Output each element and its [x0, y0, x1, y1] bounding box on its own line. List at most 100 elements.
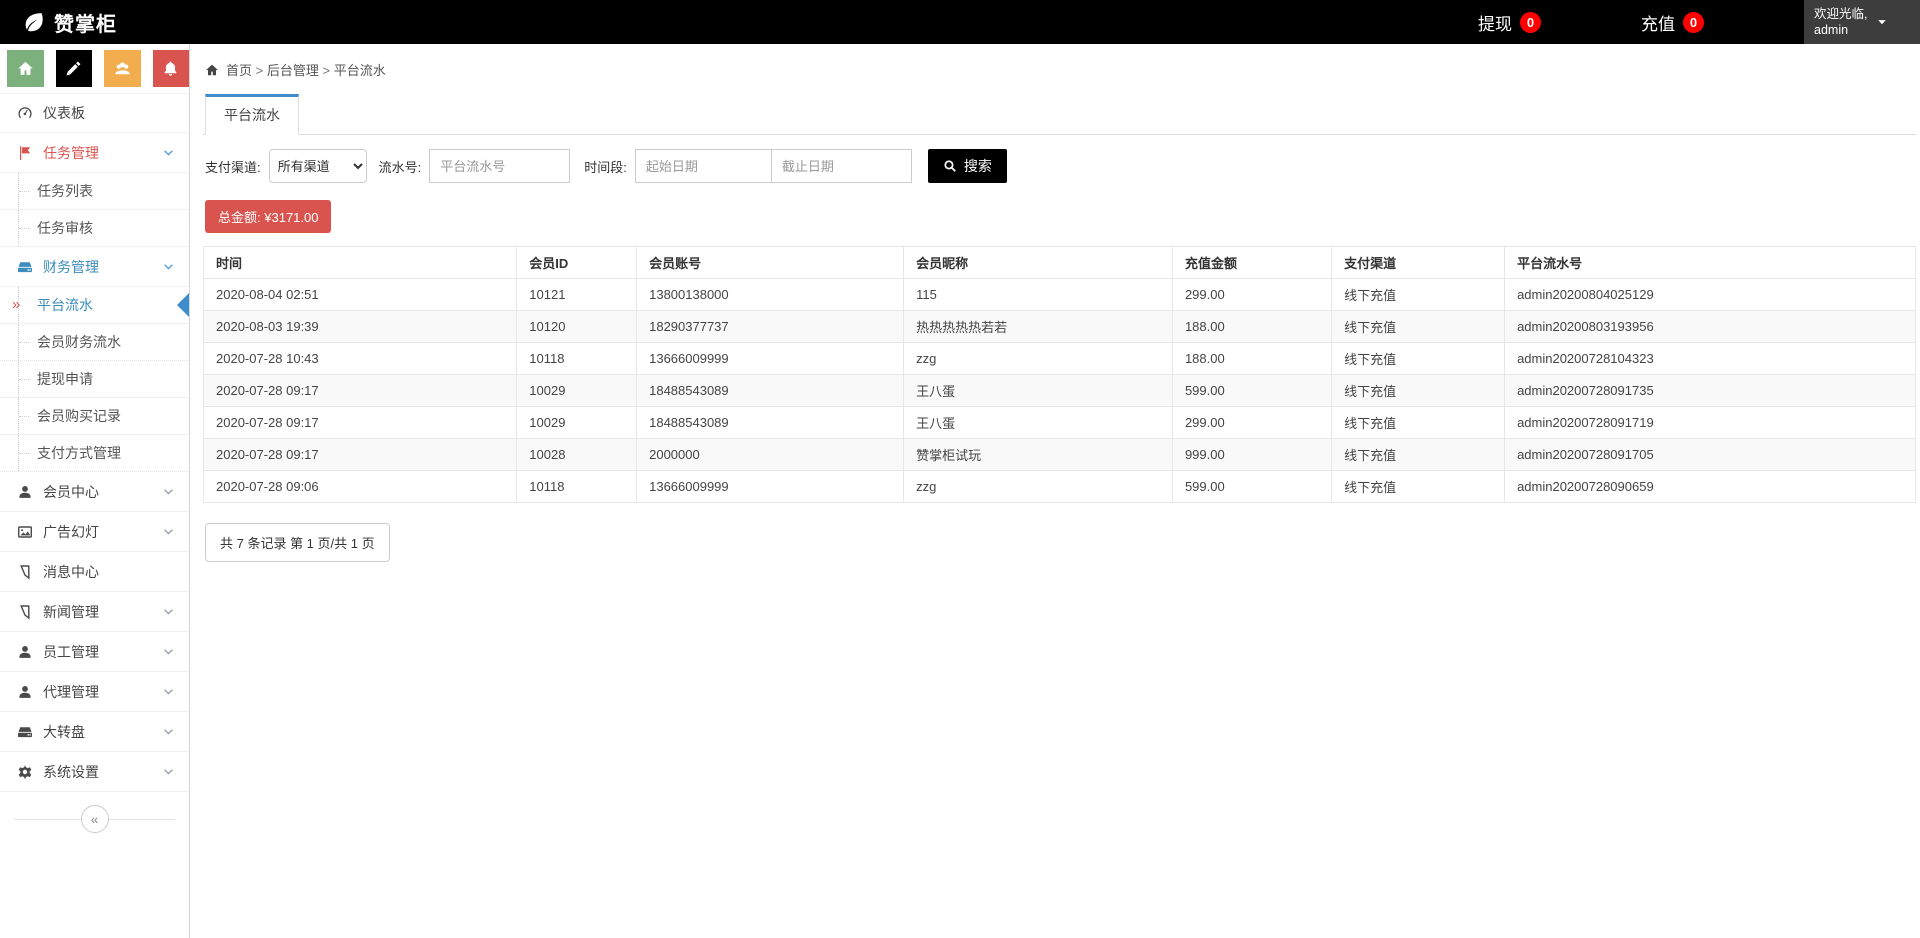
- breadcrumb: 首页 > 后台管理 > 平台流水: [205, 60, 1916, 79]
- sidebar-item-label: 支付方式管理: [37, 443, 121, 463]
- table-header-row: 时间会员ID会员账号会员昵称充值金额支付渠道平台流水号: [204, 247, 1916, 279]
- table-cell: 599.00: [1172, 375, 1331, 407]
- table-cell: 10029: [517, 407, 637, 439]
- users-quick-button[interactable]: [104, 50, 141, 87]
- table-cell: 10120: [517, 311, 637, 343]
- main-content: 首页 > 后台管理 > 平台流水 平台流水 支付渠道: 所有渠道 流水号: 时间…: [190, 44, 1920, 938]
- sidebar-collapse-button[interactable]: «: [81, 805, 109, 833]
- chevron-down-icon: [162, 645, 175, 658]
- bookmark-icon: [16, 604, 34, 620]
- sidebar-item-label: 任务管理: [43, 143, 162, 163]
- sidebar-item[interactable]: 仪表板: [0, 93, 189, 133]
- user-menu[interactable]: 欢迎光临, admin: [1804, 0, 1920, 44]
- chevron-down-icon: [162, 605, 175, 618]
- sidebar-item-label: 会员财务流水: [37, 332, 121, 352]
- table-row: 2020-07-28 09:171002918488543089王八蛋299.0…: [204, 407, 1916, 439]
- quick-icon-bar: [0, 44, 189, 93]
- hdd-icon: [16, 724, 34, 740]
- table-cell: 王八蛋: [904, 407, 1173, 439]
- table-cell: 10118: [517, 343, 637, 375]
- active-arrow-icon: [177, 293, 189, 317]
- double-angle-left-icon: «: [91, 811, 99, 827]
- bell-quick-button[interactable]: [153, 50, 190, 87]
- withdraw-link[interactable]: 提现 0: [1478, 10, 1541, 35]
- sidebar-item-label: 提现申请: [37, 369, 93, 389]
- home-quick-button[interactable]: [7, 50, 44, 87]
- table-header-cell: 充值金额: [1172, 247, 1331, 279]
- welcome-text: 欢迎光临,: [1814, 7, 1867, 21]
- table-cell: 王八蛋: [904, 375, 1173, 407]
- end-date-input[interactable]: [771, 149, 912, 183]
- tab-platform-flow[interactable]: 平台流水: [205, 94, 299, 135]
- table-cell: admin20200728091705: [1505, 439, 1916, 471]
- table-header-cell: 会员ID: [517, 247, 637, 279]
- table-row: 2020-07-28 10:431011813666009999zzg188.0…: [204, 343, 1916, 375]
- sidebar-menu: 仪表板任务管理任务列表任务审核财务管理 » 平台流水会员财务流水提现申请会员购买记录…: [0, 93, 189, 792]
- table-cell: 2000000: [637, 439, 904, 471]
- recharge-count-badge: 0: [1683, 12, 1704, 33]
- total-amount-badge: 总金额: ¥3171.00: [205, 200, 331, 233]
- table-cell: zzg: [904, 343, 1173, 375]
- username: admin: [1814, 23, 1848, 37]
- sidebar-item[interactable]: 支付方式管理: [0, 435, 189, 472]
- users-icon: [114, 60, 131, 77]
- brand-title: 赞掌柜: [54, 8, 117, 37]
- breadcrumb-item[interactable]: 首页: [226, 63, 252, 78]
- start-date-input[interactable]: [635, 149, 772, 183]
- sidebar-item[interactable]: 员工管理: [0, 632, 189, 672]
- table-cell: 188.00: [1172, 343, 1331, 375]
- breadcrumb-item: 平台流水: [334, 63, 386, 78]
- search-button[interactable]: 搜索: [928, 149, 1007, 183]
- sidebar-item-label: 平台流水: [37, 295, 93, 315]
- sidebar-item-label: 系统设置: [43, 762, 162, 782]
- table-cell: 线下充值: [1332, 439, 1505, 471]
- chevron-down-icon: [162, 525, 175, 538]
- table-cell: 线下充值: [1332, 375, 1505, 407]
- sidebar-item[interactable]: 任务列表: [0, 173, 189, 210]
- sidebar-item-label: 会员购买记录: [37, 406, 121, 426]
- sidebar-item[interactable]: 消息中心: [0, 552, 189, 592]
- withdraw-label: 提现: [1478, 10, 1512, 35]
- sidebar-item[interactable]: 会员中心: [0, 472, 189, 512]
- breadcrumb-separator: >: [252, 63, 267, 78]
- sidebar-item-active[interactable]: » 平台流水: [0, 287, 189, 324]
- sidebar-item[interactable]: 任务管理: [0, 133, 189, 173]
- sidebar-item[interactable]: 提现申请: [0, 361, 189, 398]
- brand: 赞掌柜: [0, 8, 117, 37]
- table-cell: 线下充值: [1332, 407, 1505, 439]
- sidebar-item[interactable]: 任务审核: [0, 210, 189, 247]
- user-icon: [16, 684, 34, 700]
- recharge-link[interactable]: 充值 0: [1641, 10, 1704, 35]
- channel-select[interactable]: 所有渠道: [269, 149, 367, 183]
- pencil-quick-button[interactable]: [56, 50, 93, 87]
- sidebar-collapse-bar: «: [0, 798, 189, 840]
- table-cell: 115: [904, 279, 1173, 311]
- sidebar: 仪表板任务管理任务列表任务审核财务管理 » 平台流水会员财务流水提现申请会员购买记录…: [0, 44, 190, 938]
- topbar-right: 提现 0 充值 0 欢迎光临, admin: [1478, 0, 1920, 44]
- table-row: 2020-07-28 09:171002918488543089王八蛋599.0…: [204, 375, 1916, 407]
- flow-table: 时间会员ID会员账号会员昵称充值金额支付渠道平台流水号 2020-08-04 0…: [203, 246, 1916, 503]
- table-cell: 2020-07-28 09:17: [204, 407, 517, 439]
- sidebar-item[interactable]: 会员财务流水: [0, 324, 189, 361]
- sidebar-item[interactable]: 系统设置: [0, 752, 189, 792]
- table-cell: 13800138000: [637, 279, 904, 311]
- table-cell: 299.00: [1172, 279, 1331, 311]
- dashboard-icon: [16, 105, 34, 121]
- sidebar-item[interactable]: 财务管理: [0, 247, 189, 287]
- table-cell: 2020-08-04 02:51: [204, 279, 517, 311]
- sidebar-item[interactable]: 广告幻灯: [0, 512, 189, 552]
- sidebar-item[interactable]: 代理管理: [0, 672, 189, 712]
- total-amount-value: ¥3171.00: [264, 210, 318, 225]
- sidebar-item[interactable]: 会员购买记录: [0, 398, 189, 435]
- breadcrumb-item[interactable]: 后台管理: [267, 63, 319, 78]
- table-header-cell: 平台流水号: [1505, 247, 1916, 279]
- table-body: 2020-08-04 02:511012113800138000115299.0…: [204, 279, 1916, 503]
- table-cell: admin20200728090659: [1505, 471, 1916, 503]
- serial-input[interactable]: [429, 149, 570, 183]
- sidebar-item[interactable]: 大转盘: [0, 712, 189, 752]
- table-cell: admin20200803193956: [1505, 311, 1916, 343]
- sidebar-item-label: 代理管理: [43, 682, 162, 702]
- sidebar-item-label: 仪表板: [43, 103, 175, 123]
- active-marker-icon: »: [12, 296, 20, 313]
- sidebar-item[interactable]: 新闻管理: [0, 592, 189, 632]
